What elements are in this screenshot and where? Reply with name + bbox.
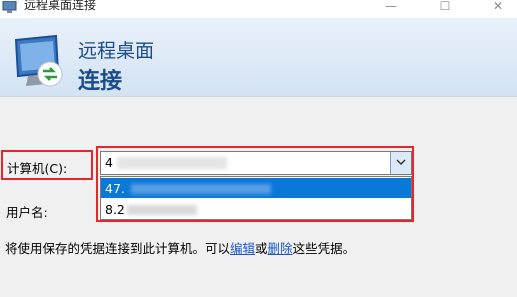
dropdown-option-label: 8.2 — [105, 202, 125, 217]
maximize-button[interactable]: ☐ — [433, 0, 457, 16]
window-title: 远程桌面连接 — [24, 0, 97, 12]
note-prefix: 将使用保存的凭据连接到此计算机。可以 — [5, 241, 231, 256]
edit-credentials-link[interactable]: 编辑 — [230, 241, 255, 256]
computer-label: 计算机(C): — [7, 161, 68, 176]
minimize-button[interactable]: — — [379, 0, 403, 16]
computer-dropdown-list: 47. 8.2 — [100, 176, 412, 220]
remote-desktop-icon — [2, 1, 17, 13]
chevron-down-icon — [396, 159, 406, 165]
dropdown-button[interactable] — [390, 152, 411, 174]
note-suffix: 这些凭据。 — [292, 241, 356, 256]
dropdown-option-selected[interactable]: 47. — [101, 178, 411, 198]
username-label: 用户名: — [6, 205, 48, 220]
redacted-text — [127, 205, 197, 215]
dropdown-option[interactable]: 8.2 — [101, 199, 411, 219]
computer-input-value[interactable]: 4 — [105, 155, 113, 170]
header-banner: 远程桌面 连接 — [0, 18, 517, 97]
header-title-line1: 远程桌面 — [78, 40, 155, 62]
delete-credentials-link[interactable]: 删除 — [268, 241, 293, 256]
dropdown-option-label: 47. — [105, 181, 125, 196]
credentials-note: 将使用保存的凭据连接到此计算机。可以编辑或删除这些凭据。 — [5, 238, 355, 257]
remote-desktop-logo-icon — [14, 34, 63, 87]
computer-label-highlight: 计算机(C): — [1, 150, 93, 180]
close-button[interactable]: ✕ — [486, 0, 510, 16]
header-title-line2: 连接 — [78, 69, 123, 94]
computer-combobox[interactable]: 4 — [100, 151, 412, 175]
redacted-text — [117, 157, 227, 169]
note-or: 或 — [255, 241, 268, 256]
redacted-text — [131, 184, 271, 194]
title-bar: 远程桌面连接 — ☐ ✕ — [0, 0, 517, 18]
